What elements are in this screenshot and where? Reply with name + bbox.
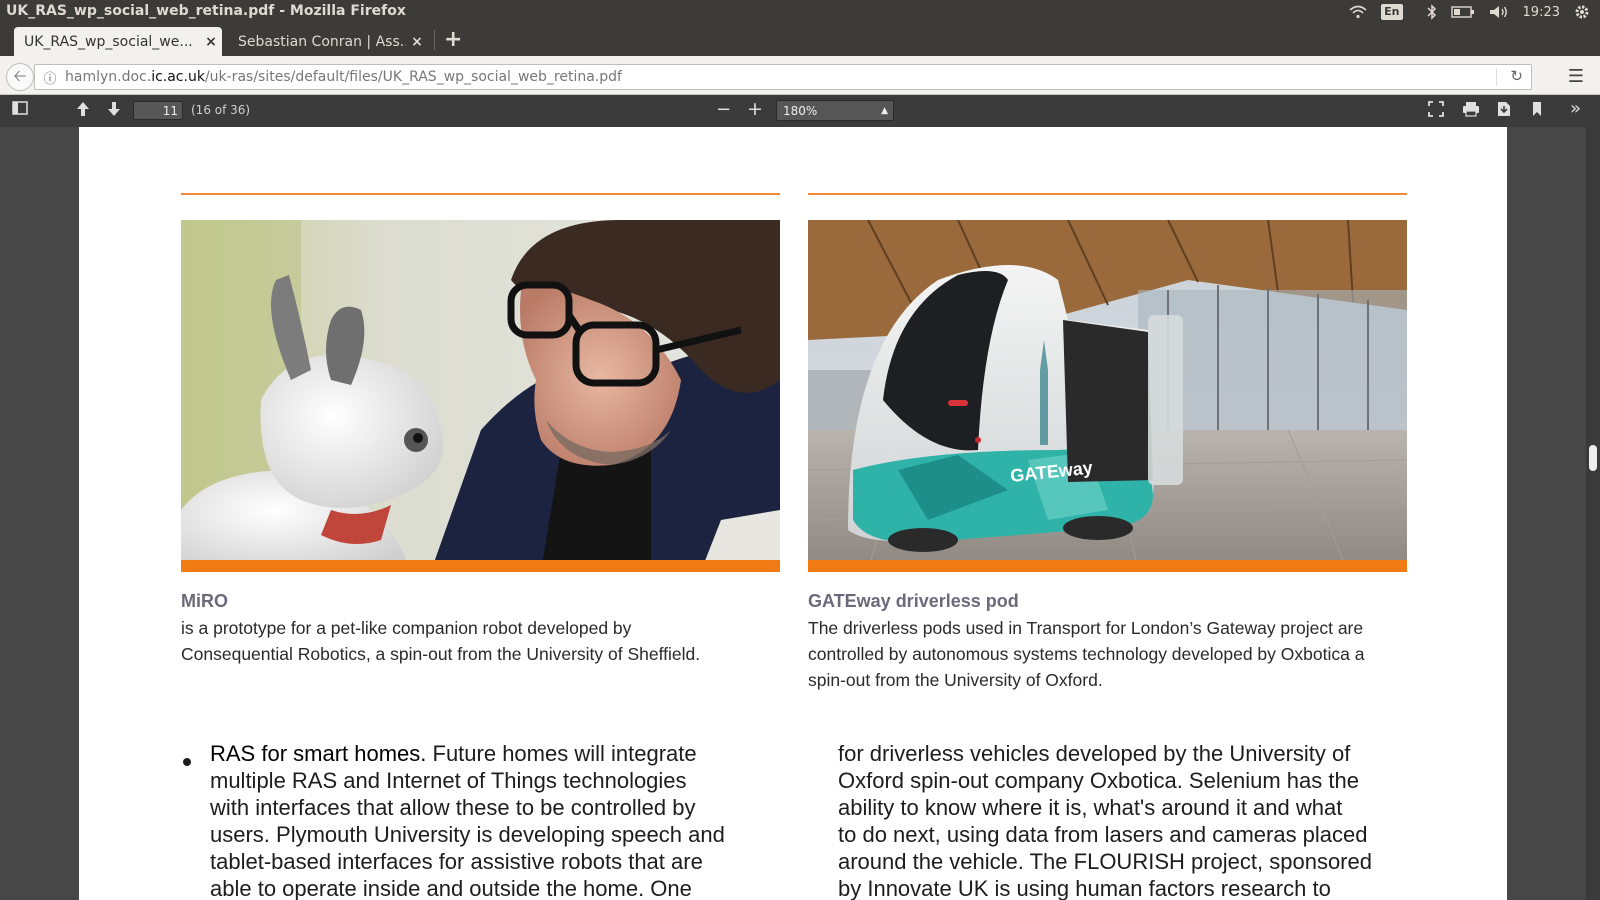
zoom-in-button[interactable]: +: [747, 98, 763, 120]
zoom-out-button[interactable]: −: [716, 99, 731, 120]
miro-caption-title: MiRO: [181, 591, 228, 611]
zoom-select[interactable]: 180% ▲: [776, 100, 894, 121]
page-count: (16 of 36): [191, 103, 251, 117]
window-title: UK_RAS_wp_social_web_retina.pdf - Mozill…: [6, 3, 406, 19]
tools-chevron-icon[interactable]: »: [1570, 98, 1581, 119]
bluetooth-icon[interactable]: [1427, 4, 1437, 20]
body-line: tablet-based interfaces for assistive ro…: [210, 849, 703, 874]
navigation-bar: 🡠 ⓘ hamlyn.doc.ic.ac.uk/uk-ras/sites/def…: [0, 56, 1600, 95]
new-tab-button[interactable]: +: [444, 27, 462, 52]
body-line: able to operate inside and outside the h…: [210, 876, 692, 900]
gateway-caption-body: The driverless pods used in Transport fo…: [808, 618, 1365, 690]
body-line: users. Plymouth University is developing…: [210, 822, 725, 847]
info-icon[interactable]: ⓘ: [39, 68, 61, 87]
tab-separator: [434, 30, 435, 50]
back-button[interactable]: 🡠: [6, 63, 34, 91]
download-icon[interactable]: [1497, 101, 1511, 121]
tab-label: UK_RAS_wp_social_we...: [24, 33, 193, 50]
body-line: ability to know where it is, what's arou…: [838, 795, 1343, 820]
wifi-icon[interactable]: [1349, 5, 1367, 19]
zoom-value: 180%: [783, 104, 818, 118]
tab-sebastian-conran[interactable]: Sebastian Conran | Ass... ×: [228, 27, 428, 56]
pdf-toolbar: 11 (16 of 36) − + 180% ▲ »: [0, 95, 1600, 127]
bullet-point: [183, 758, 191, 766]
orange-rule-left: [181, 193, 780, 195]
print-icon[interactable]: [1462, 101, 1480, 121]
url-bar[interactable]: ⓘ hamlyn.doc.ic.ac.uk/uk-ras/sites/defau…: [34, 64, 1532, 90]
body-line: to do next, using data from lasers and c…: [838, 822, 1368, 847]
sidebar-toggle-icon[interactable]: [12, 101, 28, 119]
gateway-caption-title: GATEway driverless pod: [808, 591, 1019, 611]
page-number-input[interactable]: 11: [133, 101, 183, 120]
pdf-viewer[interactable]: GATEway MiRO is a prototype for a pet-li…: [0, 127, 1600, 900]
next-page-icon[interactable]: [107, 101, 121, 121]
url-text[interactable]: hamlyn.doc.ic.ac.uk/uk-ras/sites/default…: [61, 69, 622, 85]
vertical-scrollbar[interactable]: [1586, 127, 1600, 900]
orange-bar-right: [808, 560, 1407, 572]
volume-icon[interactable]: [1489, 5, 1509, 19]
presentation-mode-icon[interactable]: [1428, 101, 1444, 121]
window-titlebar: UK_RAS_wp_social_web_retina.pdf - Mozill…: [0, 0, 1600, 24]
body-line: by Innovate UK is using human factors re…: [838, 876, 1331, 900]
close-icon[interactable]: ×: [406, 34, 428, 50]
miro-photo: [181, 220, 780, 571]
body-line: around the vehicle. The FLOURISH project…: [838, 849, 1372, 874]
tab-strip: UK_RAS_wp_social_we... × Sebastian Conra…: [0, 24, 1600, 56]
body-line: RAS for smart homes. Future homes will i…: [210, 741, 697, 766]
close-icon[interactable]: ×: [200, 34, 222, 50]
miro-caption-body: is a prototype for a pet-like companion …: [181, 618, 701, 664]
body-line: with interfaces that allow these to be c…: [210, 795, 696, 820]
orange-rule-right: [808, 193, 1407, 195]
bookmark-icon[interactable]: [1532, 101, 1542, 121]
previous-page-icon[interactable]: [76, 101, 90, 121]
orange-bar-left: [181, 560, 780, 572]
body-line: for driverless vehicles developed by the…: [838, 741, 1351, 766]
body-column-left: RAS for smart homes. Future homes will i…: [210, 740, 770, 900]
gateway-pod-photo: GATEway: [808, 220, 1407, 571]
arrow-left-icon: 🡠: [13, 66, 27, 85]
scrollbar-thumb[interactable]: [1589, 445, 1597, 471]
reload-icon[interactable]: ↻: [1510, 67, 1523, 85]
gear-icon[interactable]: [1574, 4, 1590, 20]
hamburger-menu-icon[interactable]: ☰: [1568, 66, 1584, 87]
url-separator: [1496, 68, 1497, 86]
body-line: Oxford spin-out company Oxbotica. Seleni…: [838, 768, 1359, 793]
system-tray: En 19:23: [1349, 0, 1600, 24]
pdf-page: GATEway MiRO is a prototype for a pet-li…: [79, 127, 1507, 900]
clock[interactable]: 19:23: [1523, 5, 1560, 20]
keyboard-layout-indicator[interactable]: En: [1381, 4, 1403, 20]
tab-pdf[interactable]: UK_RAS_wp_social_we... ×: [14, 27, 222, 56]
body-column-right: for driverless vehicles developed by the…: [838, 740, 1418, 900]
bullet-heading: RAS for smart homes.: [210, 741, 427, 766]
chevron-updown-icon: ▲: [881, 106, 888, 116]
battery-icon[interactable]: [1450, 6, 1475, 18]
tab-label: Sebastian Conran | Ass...: [238, 33, 406, 50]
body-line: multiple RAS and Internet of Things tech…: [210, 768, 687, 793]
